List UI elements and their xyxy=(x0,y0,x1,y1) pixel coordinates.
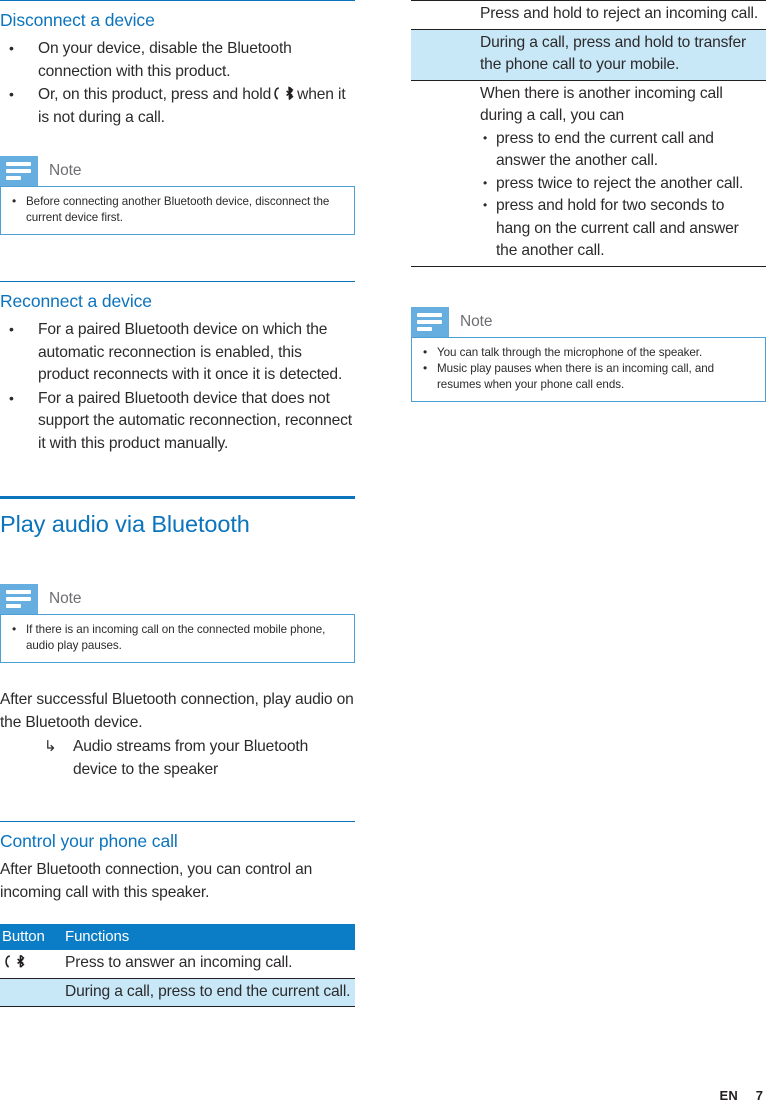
table-cell-function-text: Press and hold to reject an incoming cal… xyxy=(477,0,766,30)
note-header: Note xyxy=(0,156,355,187)
manual-page: Disconnect a device On your device, disa… xyxy=(0,0,766,1112)
table-row: When there is another incoming call duri… xyxy=(411,80,766,267)
chapter-rule xyxy=(0,496,355,500)
play-audio-result-list: Audio streams from your Bluetooth device… xyxy=(0,736,355,781)
list-item: You can talk through the microphone of t… xyxy=(420,344,757,361)
note-header: Note xyxy=(411,306,766,337)
button-functions-table: Button Functions Press to answer an inco… xyxy=(0,924,355,1008)
reconnect-bullet-list: For a paired Bluetooth device on which t… xyxy=(0,318,355,456)
note-title: Note xyxy=(49,162,82,180)
list-item: Before connecting another Bluetooth devi… xyxy=(9,193,346,226)
phone-bluetooth-icon xyxy=(2,954,28,969)
list-item: For a paired Bluetooth device that does … xyxy=(0,387,355,456)
left-column: Disconnect a device On your device, disa… xyxy=(0,0,355,1008)
note-list: If there is an incoming call on the conn… xyxy=(9,621,346,654)
table-cell-button-icon xyxy=(411,80,477,267)
table-row: Press to answer an incoming call. xyxy=(0,950,355,979)
table-header-button: Button xyxy=(0,924,62,951)
section-rule xyxy=(0,821,355,823)
table-cell-button-icon xyxy=(0,950,62,979)
list-item: On your device, disable the Bluetooth co… xyxy=(0,37,355,83)
note-lines-icon xyxy=(0,156,38,187)
heading-control-your-phone-call: Control your phone call xyxy=(0,831,178,852)
list-item: Or, on this product, press and holdwhen … xyxy=(0,83,355,129)
list-item: press and hold for two seconds to hang o… xyxy=(480,194,762,263)
table-cell-function-text: When there is another incoming call duri… xyxy=(477,80,766,267)
note-lines-icon xyxy=(0,584,38,615)
note-body: Before connecting another Bluetooth devi… xyxy=(0,186,355,236)
note-title: Note xyxy=(460,312,493,330)
table-cell-function-text: During a call, press to end the current … xyxy=(62,978,355,1008)
note-body: If there is an incoming call on the conn… xyxy=(0,614,355,664)
note-list: Before connecting another Bluetooth devi… xyxy=(9,193,346,226)
list-item: For a paired Bluetooth device on which t… xyxy=(0,318,355,387)
note-header: Note xyxy=(0,584,355,615)
play-audio-paragraph: After successful Bluetooth connection, p… xyxy=(0,691,354,731)
note-box-2: Note If there is an incoming call on the… xyxy=(0,584,355,664)
section-rule xyxy=(0,281,355,283)
table-cell-button-icon xyxy=(411,29,477,81)
note-body: You can talk through the microphone of t… xyxy=(411,336,766,402)
list-item: press to end the current call and answer… xyxy=(480,127,762,173)
note-lines-icon xyxy=(411,306,449,337)
bullet-text: On your device, disable the Bluetooth co… xyxy=(38,40,292,80)
list-item: If there is an incoming call on the conn… xyxy=(9,621,346,654)
function-subitem-list: press to end the current call and answer… xyxy=(480,127,762,263)
footer-page-number: 7 xyxy=(755,1088,763,1103)
list-item: Audio streams from your Bluetooth device… xyxy=(0,736,355,781)
note-box-3: Note You can talk through the microphone… xyxy=(411,306,766,402)
footer-language: EN xyxy=(719,1088,738,1103)
table-cell-button-icon xyxy=(0,978,62,1008)
section-rule xyxy=(0,0,355,1)
table-row: During a call, press and hold to transfe… xyxy=(411,29,766,81)
table-row: Press and hold to reject an incoming cal… xyxy=(411,0,766,30)
heading-disconnect-a-device: Disconnect a device xyxy=(0,10,155,30)
function-text-intro: When there is another incoming call duri… xyxy=(480,84,723,125)
control-call-paragraph: After Bluetooth connection, you can cont… xyxy=(0,861,313,901)
table-cell-function-text: During a call, press and hold to transfe… xyxy=(477,29,766,81)
phone-bluetooth-icon xyxy=(271,86,297,101)
table-cell-button-icon xyxy=(411,0,477,30)
right-column: Press and hold to reject an incoming cal… xyxy=(411,0,766,402)
note-box-1: Note Before connecting another Bluetooth… xyxy=(0,156,355,236)
table-row: During a call, press to end the current … xyxy=(0,978,355,1008)
bullet-text-before: Or, on this product, press and hold xyxy=(38,86,272,104)
list-item: press twice to reject the another call. xyxy=(480,172,762,196)
table-cell-function-text: Press to answer an incoming call. xyxy=(62,950,355,979)
note-title: Note xyxy=(49,590,82,608)
button-functions-table-continued: Press and hold to reject an incoming cal… xyxy=(411,0,766,267)
list-item: Music play pauses when there is an incom… xyxy=(420,360,757,393)
page-footer: EN 7 xyxy=(0,1088,766,1108)
table-header-functions: Functions xyxy=(62,924,355,951)
heading-play-audio-via-bluetooth: Play audio via Bluetooth xyxy=(0,511,250,538)
heading-reconnect-a-device: Reconnect a device xyxy=(0,291,152,312)
table-header-row: Button Functions xyxy=(0,924,355,951)
note-list: You can talk through the microphone of t… xyxy=(420,344,757,393)
disconnect-bullet-list: On your device, disable the Bluetooth co… xyxy=(0,37,355,129)
